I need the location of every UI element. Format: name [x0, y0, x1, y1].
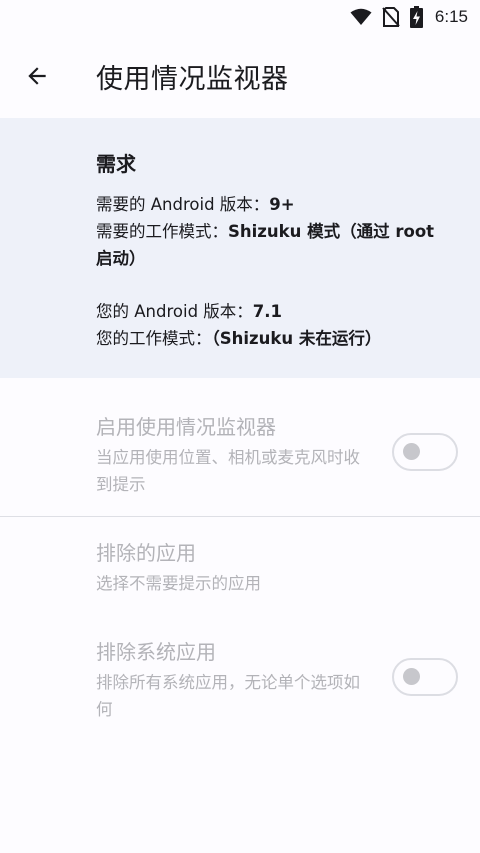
pref-exclude-system-summary: 排除所有系统应用，无论单个选项如何 — [96, 673, 360, 719]
page-title: 使用情况监视器 — [96, 63, 289, 95]
required-android-value: 9+ — [269, 195, 295, 214]
wifi-icon — [350, 8, 372, 26]
back-button[interactable] — [13, 52, 61, 100]
pref-excluded-apps[interactable]: 排除的应用 选择不需要提示的应用 — [0, 537, 480, 597]
pref-excluded-apps-title: 排除的应用 — [96, 541, 196, 565]
app-bar: 使用情况监视器 — [0, 34, 480, 118]
required-mode-label: 需要的工作模式： — [96, 222, 228, 241]
your-mode-label: 您的工作模式： — [96, 329, 212, 348]
enable-monitor-switch[interactable] — [392, 433, 458, 471]
battery-charging-icon — [409, 6, 423, 28]
your-android-line: 您的 Android 版本：7.1 — [96, 298, 456, 325]
requirements-card: 需求 需要的 Android 版本：9+ 需要的工作模式：Shizuku 模式（… — [0, 118, 480, 378]
no-sim-icon — [382, 7, 400, 27]
divider — [0, 516, 480, 517]
your-mode-value: （Shizuku 未在运行） — [211, 329, 382, 348]
exclude-system-switch[interactable] — [392, 658, 458, 696]
switch-thumb — [403, 443, 420, 460]
required-mode-line: 需要的工作模式：Shizuku 模式（通过 root 启动） — [96, 218, 456, 272]
your-android-value: 7.1 — [252, 302, 283, 321]
requirements-heading: 需求 — [96, 152, 136, 176]
status-time: 6:15 — [434, 7, 468, 26]
your-mode-line: 您的工作模式：（Shizuku 未在运行） — [96, 325, 456, 352]
required-android-line: 需要的 Android 版本：9+ — [96, 191, 456, 218]
your-android-label: 您的 Android 版本： — [96, 302, 253, 321]
required-android-label: 需要的 Android 版本： — [96, 195, 270, 214]
pref-excluded-apps-summary: 选择不需要提示的应用 — [96, 574, 261, 593]
pref-enable-monitor-summary: 当应用使用位置、相机或麦克风时收到提示 — [96, 448, 360, 494]
switch-thumb — [403, 668, 420, 685]
arrow-back-icon — [28, 67, 46, 85]
status-bar: 6:15 — [0, 0, 480, 34]
